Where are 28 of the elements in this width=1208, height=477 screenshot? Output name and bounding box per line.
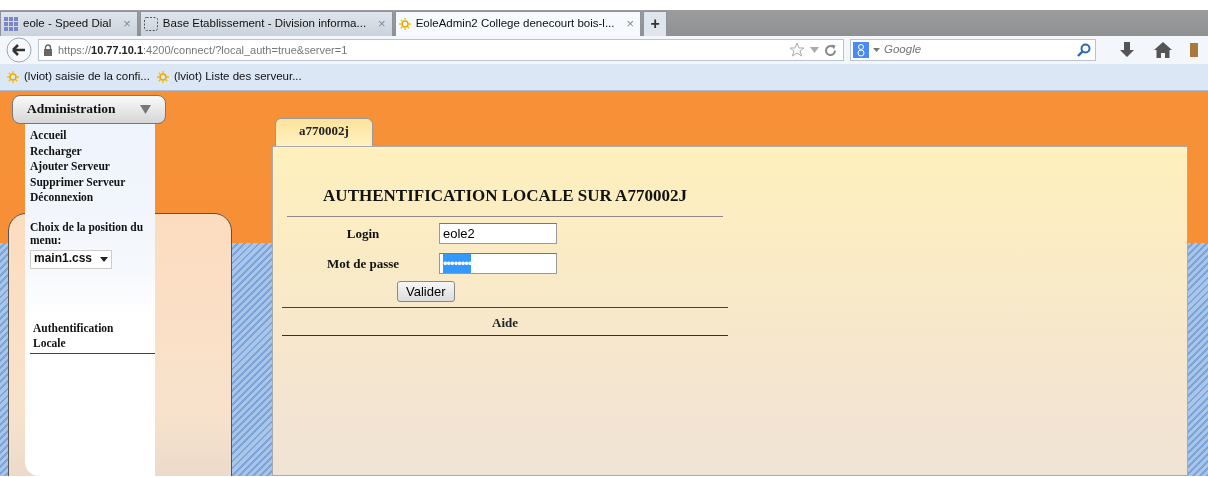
url-text: https://10.77.10.1:4200/connect/?local_auth=true&server=1 xyxy=(58,42,349,58)
administration-menu-button[interactable]: Administration xyxy=(12,95,166,124)
section-heading: Authentification Locale xyxy=(30,320,155,354)
tab-title: EoleAdmin2 College denecourt bois-l... xyxy=(415,16,615,32)
server-tab[interactable]: a770002j xyxy=(275,118,373,146)
menu-link[interactable]: Supprimer Serveur xyxy=(30,174,155,190)
field-label: Login xyxy=(345,224,381,243)
menu-link[interactable]: Déconnexion xyxy=(30,190,155,206)
browser-tab[interactable]: EoleAdmin2 College denecourt bois-l... × xyxy=(394,11,642,36)
menu-link[interactable]: Ajouter Serveur xyxy=(30,159,155,175)
menu-link[interactable]: Recharger xyxy=(30,143,155,159)
bookmark-link[interactable]: (lviot) Liste des serveur... xyxy=(155,68,302,86)
browser-tab[interactable]: eole - Speed Dial × xyxy=(0,11,138,36)
search-box[interactable]: Google xyxy=(850,39,1096,61)
browser-tab[interactable]: Base Etablissement - Division informa... × xyxy=(139,11,393,36)
tab-title: eole - Speed Dial xyxy=(23,16,112,32)
new-tab-button[interactable]: + xyxy=(643,11,668,36)
menu-link[interactable]: Accueil xyxy=(30,128,155,144)
close-icon[interactable]: × xyxy=(626,14,635,34)
page-heading: AUTHENTIFICATION LOCALE SUR A770002J xyxy=(287,183,723,217)
bookmark-link[interactable]: (lviot) saisie de la confi... xyxy=(6,68,150,86)
help-link[interactable]: Aide xyxy=(282,306,728,336)
tab-title: Base Etablissement - Division informa... xyxy=(162,16,367,32)
field-label: Mot de passe xyxy=(325,254,401,273)
menu-position-label: Choix de la position du menu: xyxy=(30,220,145,247)
submit-button[interactable]: Valider xyxy=(397,280,455,302)
position-select[interactable]: main1.css xyxy=(30,249,112,269)
address-bar[interactable]: https://10.77.10.1:4200/connect/?local_auth=true&server=1 xyxy=(38,39,844,61)
